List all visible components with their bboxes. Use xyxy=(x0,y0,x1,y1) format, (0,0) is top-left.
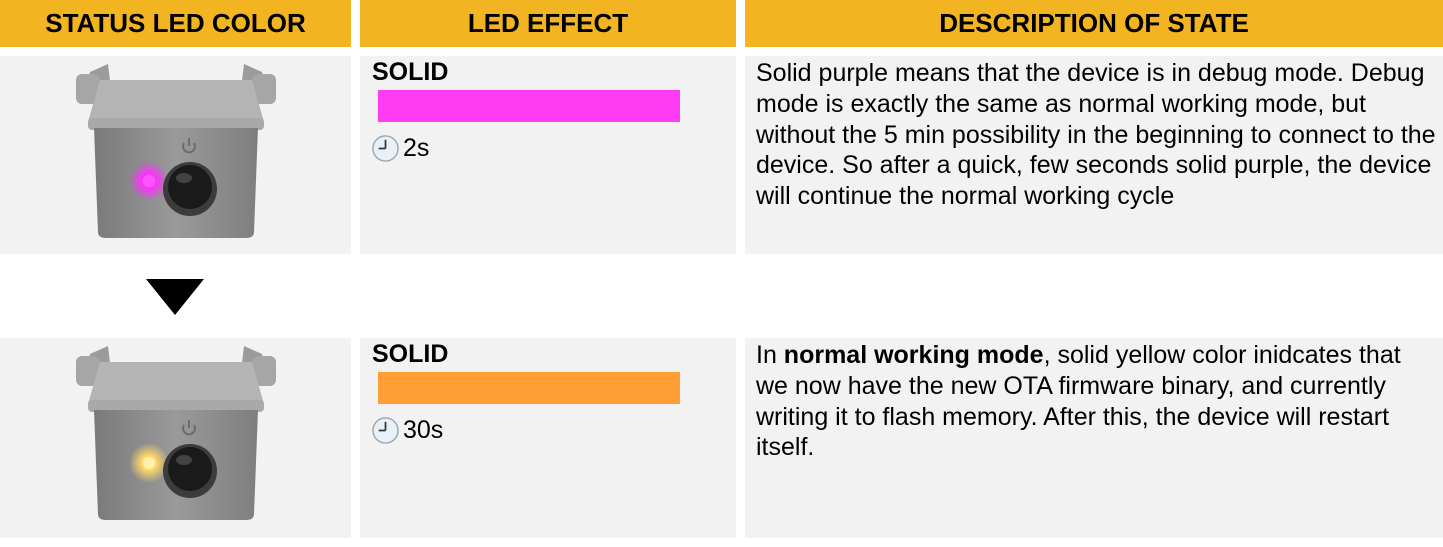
header-status-led-color: STATUS LED COLOR xyxy=(0,0,351,47)
duration-value: 2s xyxy=(403,134,430,162)
row1-led-cell xyxy=(0,56,351,254)
state-description: Solid purple means that the device is in… xyxy=(756,59,1436,211)
description-text: In xyxy=(756,341,784,369)
clock-icon xyxy=(372,417,399,444)
header-label: DESCRIPTION OF STATE xyxy=(939,8,1249,38)
row2-description-cell: In normal working mode, solid yellow col… xyxy=(745,338,1443,538)
row2-led-cell xyxy=(0,338,351,538)
clock-icon xyxy=(372,135,399,162)
row1-effect-cell: SOLID 2s xyxy=(360,56,736,254)
header-description-of-state: DESCRIPTION OF STATE xyxy=(745,0,1443,47)
description-emphasis: normal working mode xyxy=(783,341,1044,369)
header-label: LED EFFECT xyxy=(467,8,629,38)
header-led-effect: LED EFFECT xyxy=(360,0,736,47)
arrow-down-icon xyxy=(146,279,204,315)
state-description: In normal working mode, solid yellow col… xyxy=(756,340,1436,463)
effect-label: SOLID xyxy=(372,340,449,368)
header-label: STATUS LED COLOR xyxy=(45,8,306,38)
duration-value: 30s xyxy=(403,416,444,444)
row1-description-cell: Solid purple means that the device is in… xyxy=(745,56,1443,254)
device-purple-led-icon xyxy=(76,64,276,238)
duration: 30s xyxy=(371,416,443,445)
device-yellow-led-icon xyxy=(76,346,276,520)
led-color-bar xyxy=(378,372,680,404)
duration: 2s xyxy=(371,134,429,163)
row2-effect-cell: SOLID 30s xyxy=(360,338,736,538)
effect-label: SOLID xyxy=(372,58,449,86)
led-color-bar xyxy=(378,90,680,122)
